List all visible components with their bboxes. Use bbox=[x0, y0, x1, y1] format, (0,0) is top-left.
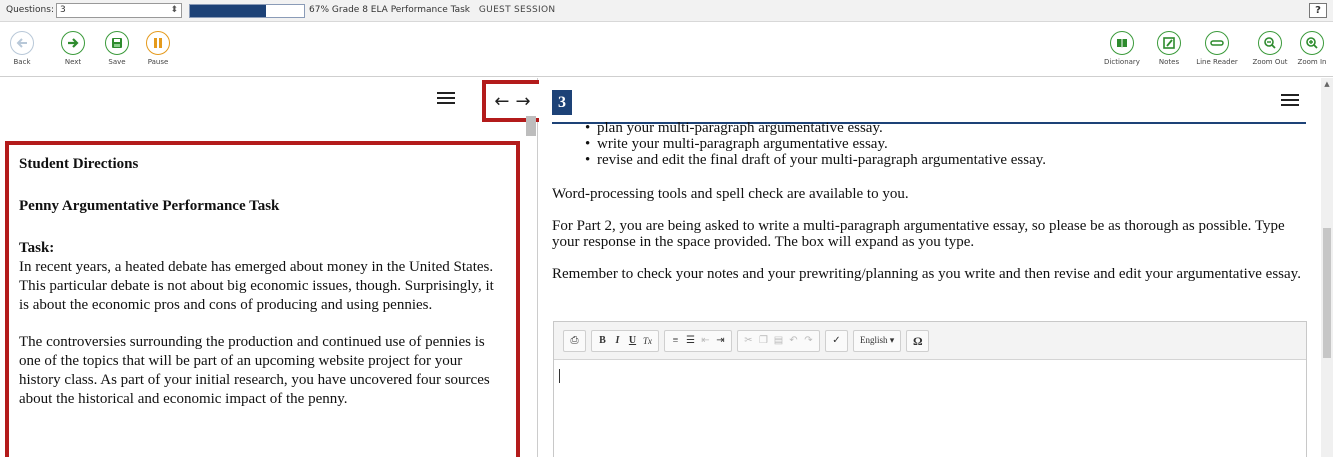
editor-toolbar: ⎙ B I U Tx ≡ ☰ ⇤ ⇥ ✂ ❐ ▤ ↶ ↷ ✓ English ▾… bbox=[554, 322, 1306, 360]
notes-icon bbox=[1157, 31, 1181, 55]
bulleted-list-icon[interactable]: ☰ bbox=[683, 332, 698, 350]
zoom-out-button[interactable]: Zoom Out bbox=[1250, 31, 1290, 66]
question-text: plan your multi-paragraph argumentative … bbox=[552, 120, 1307, 298]
outdent-icon[interactable]: ⇤ bbox=[698, 332, 713, 350]
scroll-up-icon[interactable]: ▲ bbox=[1323, 80, 1331, 88]
pause-icon bbox=[146, 31, 170, 55]
arrow-left-icon[interactable]: ← bbox=[494, 91, 509, 112]
editor-group-spell: ✓ bbox=[825, 329, 848, 352]
cut-icon[interactable]: ✂ bbox=[741, 332, 756, 350]
line-reader-label: Line Reader bbox=[1196, 58, 1238, 66]
directions-title: Student Directions bbox=[19, 156, 139, 172]
hamburger-menu-icon bbox=[1281, 94, 1299, 106]
test-name: Grade 8 ELA Performance Task bbox=[331, 5, 471, 15]
next-label: Next bbox=[64, 58, 82, 66]
editor-group-print: ⎙ bbox=[563, 329, 586, 352]
help-button[interactable]: ? bbox=[1309, 3, 1327, 18]
question-number: 3 bbox=[552, 90, 572, 115]
zoom-out-icon bbox=[1258, 31, 1282, 55]
question-select-value: 3 bbox=[60, 5, 66, 15]
instruction-paragraph: Remember to check your notes and your pr… bbox=[552, 266, 1301, 282]
numbered-list-icon[interactable]: ≡ bbox=[668, 332, 683, 350]
progress-bar bbox=[189, 4, 305, 18]
student-directions: Student Directions Penny Argumentative P… bbox=[5, 141, 520, 457]
dictionary-button[interactable]: Dictionary bbox=[1101, 31, 1143, 66]
passage-menu-button[interactable] bbox=[437, 90, 477, 114]
instruction-paragraph: For Part 2, you are being asked to write… bbox=[552, 218, 1285, 250]
zoom-out-label: Zoom Out bbox=[1252, 58, 1288, 66]
indent-icon[interactable]: ⇥ bbox=[713, 332, 728, 350]
hamburger-menu-icon bbox=[437, 92, 455, 104]
pause-button[interactable]: Pause bbox=[140, 31, 176, 66]
progress-info: 67% Grade 8 ELA Performance Task GUEST S… bbox=[309, 5, 555, 15]
italic-button[interactable]: I bbox=[610, 332, 625, 350]
spell-check-icon[interactable]: ✓ bbox=[829, 332, 844, 350]
passage-scrollbar[interactable] bbox=[526, 116, 536, 136]
back-button[interactable]: Back bbox=[4, 31, 40, 66]
notes-button[interactable]: Notes bbox=[1151, 31, 1187, 66]
passage-paragraph: In recent years, a heated debate has eme… bbox=[19, 259, 494, 313]
language-select-value: English ▾ bbox=[860, 335, 895, 345]
save-button[interactable]: Save bbox=[99, 31, 135, 66]
dictionary-icon bbox=[1110, 31, 1134, 55]
underline-button[interactable]: U bbox=[625, 332, 640, 350]
list-item: revise and edit the final draft of your … bbox=[585, 152, 1307, 168]
progress-percent: 67% bbox=[309, 5, 330, 15]
instruction-list: plan your multi-paragraph argumentative … bbox=[552, 120, 1307, 168]
copy-icon[interactable]: ❐ bbox=[756, 332, 771, 350]
question-scrollbar[interactable]: ▲ bbox=[1321, 78, 1333, 457]
status-bar: Questions: 3 ⬍ 67% Grade 8 ELA Performan… bbox=[0, 0, 1333, 22]
passage-paragraph: The controversies surrounding the produc… bbox=[19, 334, 490, 407]
instruction-paragraph: Word-processing tools and spell check ar… bbox=[552, 186, 909, 202]
editor-group-format: B I U Tx bbox=[591, 329, 659, 352]
language-select[interactable]: English ▾ bbox=[853, 329, 902, 352]
essay-editor: ⎙ B I U Tx ≡ ☰ ⇤ ⇥ ✂ ❐ ▤ ↶ ↷ ✓ English ▾… bbox=[553, 321, 1307, 457]
arrow-right-icon[interactable]: → bbox=[516, 91, 531, 112]
passage-panel: ← → Student Directions Penny Argumentati… bbox=[0, 78, 543, 457]
next-button[interactable]: Next bbox=[55, 31, 91, 66]
undo-icon[interactable]: ↶ bbox=[786, 332, 801, 350]
redo-icon[interactable]: ↷ bbox=[801, 332, 816, 350]
next-arrow-icon bbox=[61, 31, 85, 55]
editor-group-lists: ≡ ☰ ⇤ ⇥ bbox=[664, 329, 732, 352]
zoom-in-label: Zoom In bbox=[1297, 58, 1327, 66]
editor-group-special: Ω bbox=[906, 329, 930, 352]
task-title: Penny Argumentative Performance Task bbox=[19, 198, 280, 214]
special-character-button[interactable]: Ω bbox=[910, 332, 925, 350]
question-panel: 3 plan your multi-paragraph argumentativ… bbox=[539, 78, 1333, 457]
question-select[interactable]: 3 ⬍ bbox=[56, 3, 182, 18]
print-icon[interactable]: ⎙ bbox=[567, 332, 582, 350]
select-caret-icon: ⬍ bbox=[170, 5, 178, 15]
zoom-in-button[interactable]: Zoom In bbox=[1292, 31, 1332, 66]
session-label: GUEST SESSION bbox=[478, 5, 556, 15]
zoom-in-icon bbox=[1300, 31, 1324, 55]
paste-icon[interactable]: ▤ bbox=[771, 332, 786, 350]
save-icon bbox=[105, 31, 129, 55]
text-cursor bbox=[559, 369, 560, 383]
editor-group-edit: ✂ ❐ ▤ ↶ ↷ bbox=[737, 329, 820, 352]
bold-button[interactable]: B bbox=[595, 332, 610, 350]
clear-format-button[interactable]: Tx bbox=[640, 332, 655, 350]
question-menu-button[interactable] bbox=[1281, 92, 1305, 112]
list-item: write your multi-paragraph argumentative… bbox=[585, 136, 1307, 152]
notes-label: Notes bbox=[1158, 58, 1180, 66]
scrollbar-thumb[interactable] bbox=[1323, 228, 1331, 358]
line-reader-icon bbox=[1205, 31, 1229, 55]
questions-label: Questions: bbox=[6, 5, 54, 15]
pause-label: Pause bbox=[147, 58, 169, 66]
back-label: Back bbox=[13, 58, 31, 66]
save-label: Save bbox=[108, 58, 126, 66]
back-arrow-icon bbox=[10, 31, 34, 55]
list-item: plan your multi-paragraph argumentative … bbox=[585, 120, 1307, 136]
essay-text-area[interactable] bbox=[554, 361, 1306, 457]
dictionary-label: Dictionary bbox=[1104, 58, 1140, 66]
progress-fill bbox=[190, 5, 267, 17]
toolbar: Back Next Save Pause Dictionary Notes Li… bbox=[0, 23, 1333, 77]
task-heading: Task: bbox=[19, 240, 55, 256]
line-reader-button[interactable]: Line Reader bbox=[1192, 31, 1242, 66]
